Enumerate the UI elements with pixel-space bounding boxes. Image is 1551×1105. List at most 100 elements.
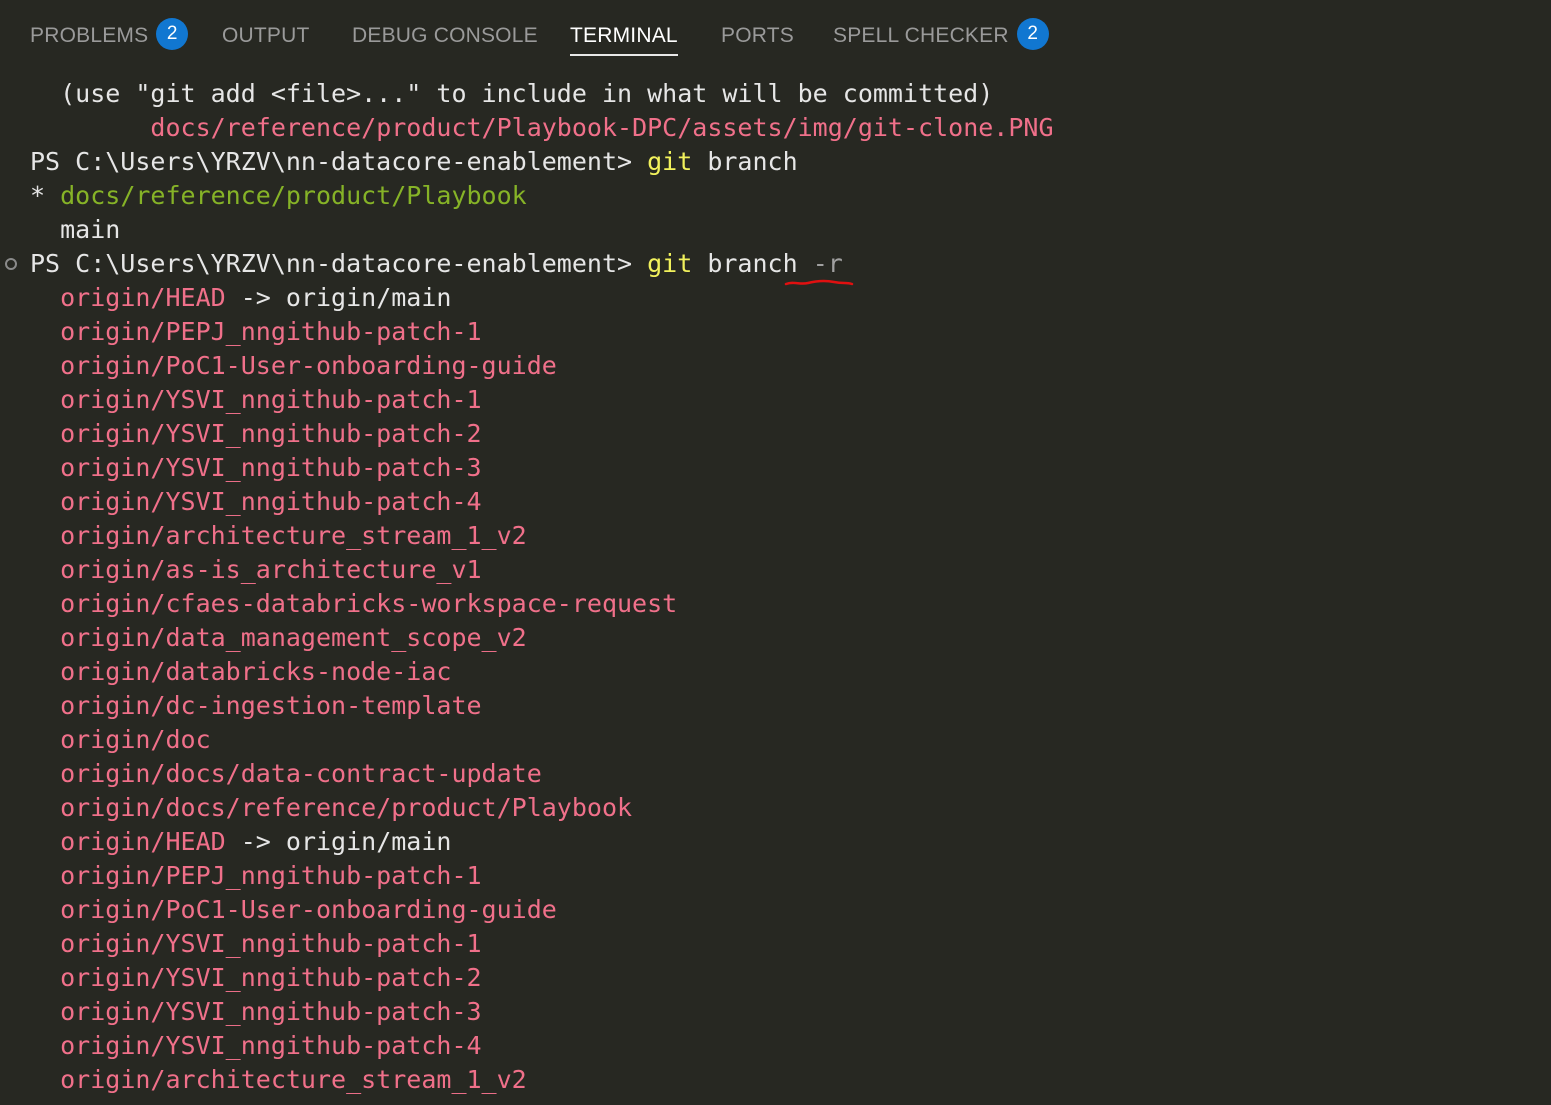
terminal-line: origin/as-is_architecture_v1 bbox=[30, 553, 482, 587]
terminal-text-segment: docs/reference/product/Playbook-DPC/asse… bbox=[150, 113, 1054, 142]
terminal-text-segment: * bbox=[30, 181, 61, 210]
tab-debug-console-label: DEBUG CONSOLE bbox=[352, 24, 538, 47]
terminal-line: origin/cfaes-databricks-workspace-reques… bbox=[30, 587, 677, 621]
tab-ports[interactable]: PORTS bbox=[721, 18, 794, 54]
terminal-text-segment: origin/YSVI_nngithub-patch-2 bbox=[60, 963, 482, 992]
terminal-text-segment: origin/architecture_stream_1_v2 bbox=[60, 521, 527, 550]
terminal-line: origin/YSVI_nngithub-patch-3 bbox=[30, 451, 481, 485]
spell-checker-count-badge: 2 bbox=[1016, 18, 1049, 51]
terminal-line: origin/YSVI_nngithub-patch-2 bbox=[30, 961, 482, 995]
terminal-line: origin/docs/reference/product/Playbook bbox=[30, 791, 632, 825]
problems-count-badge: 2 bbox=[156, 18, 189, 51]
terminal-text-segment: git bbox=[647, 147, 693, 176]
terminal-line: origin/doc bbox=[30, 723, 211, 757]
terminal-line: origin/docs/data-contract-update bbox=[30, 757, 542, 791]
terminal-line: main bbox=[30, 213, 120, 247]
terminal-text-segment: PS C:\Users\YRZV\nn-datacore-enablement> bbox=[30, 249, 648, 278]
panel-tab-bar: PROBLEMS 2 OUTPUT DEBUG CONSOLE TERMINAL … bbox=[0, 0, 1551, 70]
tab-output[interactable]: OUTPUT bbox=[222, 18, 310, 54]
terminal-line: origin/architecture_stream_1_v2 bbox=[30, 519, 527, 553]
terminal-line: origin/databricks-node-iac bbox=[30, 655, 451, 689]
terminal-text-segment: origin/HEAD bbox=[60, 283, 226, 312]
terminal-text-segment: branch bbox=[692, 147, 798, 176]
terminal-line: PS C:\Users\YRZV\nn-datacore-enablement>… bbox=[30, 247, 843, 281]
tab-terminal-label: TERMINAL bbox=[570, 24, 678, 47]
terminal-text-segment: origin/YSVI_nngithub-patch-3 bbox=[60, 997, 482, 1026]
terminal-text-segment: origin/data_management_scope_v2 bbox=[60, 623, 527, 652]
tab-debug-console[interactable]: DEBUG CONSOLE bbox=[352, 18, 538, 54]
terminal-text-segment: branch bbox=[692, 249, 813, 278]
terminal-line: origin/PoC1-User-onboarding-guide bbox=[30, 893, 557, 927]
tab-problems-label: PROBLEMS bbox=[30, 24, 149, 47]
terminal-text-segment: origin/YSVI_nngithub-patch-1 bbox=[60, 929, 482, 958]
terminal-text-segment: -> origin/main bbox=[225, 283, 452, 312]
terminal-text-segment: origin/docs/reference/product/Playbook bbox=[60, 793, 633, 822]
terminal-text-segment: origin/dc-ingestion-template bbox=[60, 691, 482, 720]
command-status-circle-icon[interactable] bbox=[5, 258, 17, 270]
terminal-text-segment: -r bbox=[812, 249, 843, 278]
terminal-text-segment: origin/doc bbox=[60, 725, 211, 754]
terminal-line: origin/PEPJ_nngithub-patch-1 bbox=[30, 315, 482, 349]
terminal-text-segment: origin/HEAD bbox=[60, 827, 226, 856]
terminal-text-segment: origin/PEPJ_nngithub-patch-1 bbox=[60, 861, 482, 890]
terminal-text-segment: origin/PEPJ_nngithub-patch-1 bbox=[60, 317, 482, 346]
terminal-line: origin/YSVI_nngithub-patch-2 bbox=[30, 417, 481, 451]
terminal-text-segment: PS C:\Users\YRZV\nn-datacore-enablement> bbox=[30, 147, 648, 176]
terminal-line: docs/reference/product/Playbook-DPC/asse… bbox=[30, 111, 1054, 145]
terminal-text-segment: main bbox=[60, 215, 121, 244]
terminal-line: PS C:\Users\YRZV\nn-datacore-enablement>… bbox=[30, 145, 798, 179]
terminal-line: origin/YSVI_nngithub-patch-1 bbox=[30, 927, 482, 961]
terminal-output[interactable]: (use "git add <file>..." to include in w… bbox=[0, 77, 1551, 1105]
terminal-line: (use "git add <file>..." to include in w… bbox=[30, 77, 993, 111]
red-underline-annotation bbox=[784, 279, 854, 286]
terminal-text-segment: docs/reference/product/Playbook bbox=[60, 181, 527, 210]
terminal-line: origin/HEAD -> origin/main bbox=[30, 281, 451, 315]
terminal-text-segment: origin/YSVI_nngithub-patch-4 bbox=[60, 487, 482, 516]
terminal-text-segment: origin/YSVI_nngithub-patch-4 bbox=[60, 1031, 482, 1060]
tab-problems[interactable]: PROBLEMS 2 bbox=[30, 18, 189, 54]
terminal-text-segment: git bbox=[647, 249, 693, 278]
tab-spell-checker[interactable]: SPELL CHECKER 2 bbox=[833, 18, 1049, 54]
tab-output-label: OUTPUT bbox=[222, 24, 310, 47]
terminal-line: origin/PEPJ_nngithub-patch-1 bbox=[30, 859, 482, 893]
tab-terminal[interactable]: TERMINAL bbox=[570, 18, 678, 56]
terminal-text-segment: origin/YSVI_nngithub-patch-1 bbox=[60, 385, 482, 414]
terminal-line: origin/YSVI_nngithub-patch-4 bbox=[30, 485, 482, 519]
terminal-text-segment: origin/as-is_architecture_v1 bbox=[60, 555, 482, 584]
terminal-line: origin/YSVI_nngithub-patch-1 bbox=[30, 383, 482, 417]
terminal-line: origin/YSVI_nngithub-patch-4 bbox=[30, 1029, 482, 1063]
terminal-text-segment: origin/PoC1-User-onboarding-guide bbox=[60, 895, 557, 924]
terminal-line: origin/PoC1-User-onboarding-guide bbox=[30, 349, 557, 383]
terminal-text-segment: -> origin/main bbox=[225, 827, 452, 856]
active-tab-indicator bbox=[570, 54, 678, 56]
terminal-line: origin/dc-ingestion-template bbox=[30, 689, 482, 723]
terminal-text-segment: origin/databricks-node-iac bbox=[60, 657, 452, 686]
terminal-text-segment: origin/docs/data-contract-update bbox=[60, 759, 542, 788]
terminal-text-segment: origin/cfaes-databricks-workspace-reques… bbox=[60, 589, 678, 618]
terminal-text-segment: origin/PoC1-User-onboarding-guide bbox=[60, 351, 557, 380]
terminal-line: * docs/reference/product/Playbook bbox=[30, 179, 527, 213]
